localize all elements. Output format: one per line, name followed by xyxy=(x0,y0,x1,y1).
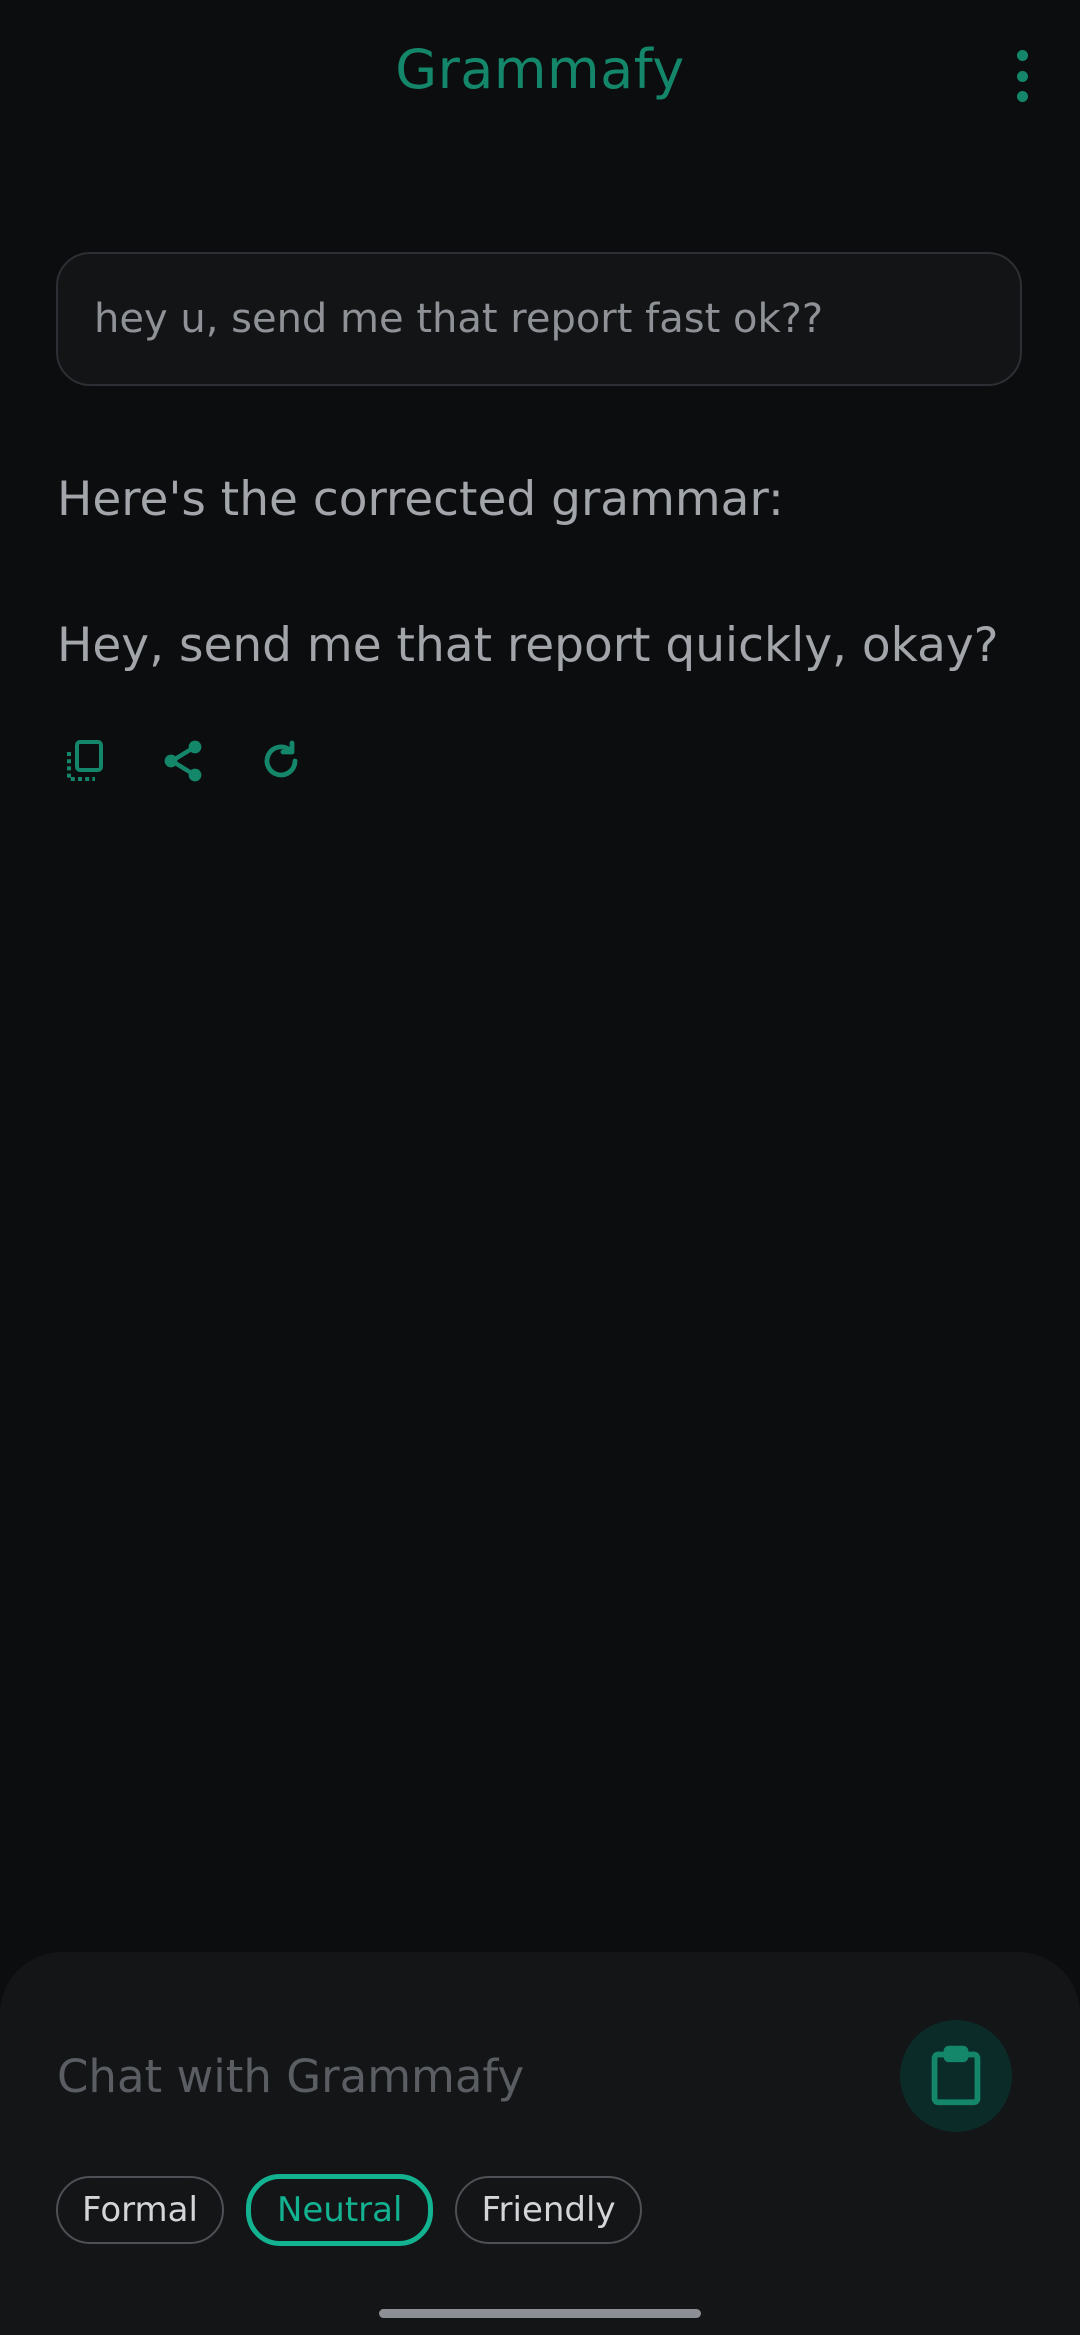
result-actions xyxy=(57,733,351,789)
app-header: Grammafy xyxy=(0,0,1080,155)
tone-selector: Formal Neutral Friendly xyxy=(56,2174,664,2246)
regenerate-button[interactable] xyxy=(253,733,309,789)
tone-chip-neutral[interactable]: Neutral xyxy=(245,2174,434,2246)
corrected-text: Hey, send me that report quickly, okay? xyxy=(57,618,999,673)
chat-input[interactable]: Chat with Grammafy xyxy=(57,2050,524,2103)
more-options-button[interactable] xyxy=(1002,50,1042,102)
home-indicator[interactable] xyxy=(379,2309,701,2318)
refresh-icon xyxy=(264,740,298,778)
chat-sheet xyxy=(0,1952,1080,2335)
more-vert-icon-dot xyxy=(1016,70,1028,82)
app-title: Grammafy xyxy=(395,38,685,101)
more-vert-icon-dot xyxy=(1016,91,1028,102)
clipboard-icon xyxy=(931,2045,981,2106)
paste-button[interactable] xyxy=(900,2020,1012,2132)
screen: Grammafy hey u, send me that report fast… xyxy=(0,0,1080,2335)
copy-button[interactable] xyxy=(57,733,113,789)
tone-chip-formal[interactable]: Formal xyxy=(56,2176,224,2244)
tone-chip-friendly[interactable]: Friendly xyxy=(455,2176,642,2244)
copy-icon xyxy=(67,740,103,781)
more-vert-icon xyxy=(1016,50,1028,61)
user-message-bubble: hey u, send me that report fast ok?? xyxy=(56,252,1022,386)
share-button[interactable] xyxy=(155,733,211,789)
share-icon xyxy=(164,740,202,782)
result-intro: Here's the corrected grammar: xyxy=(57,472,784,527)
user-message-text: hey u, send me that report fast ok?? xyxy=(94,296,824,342)
